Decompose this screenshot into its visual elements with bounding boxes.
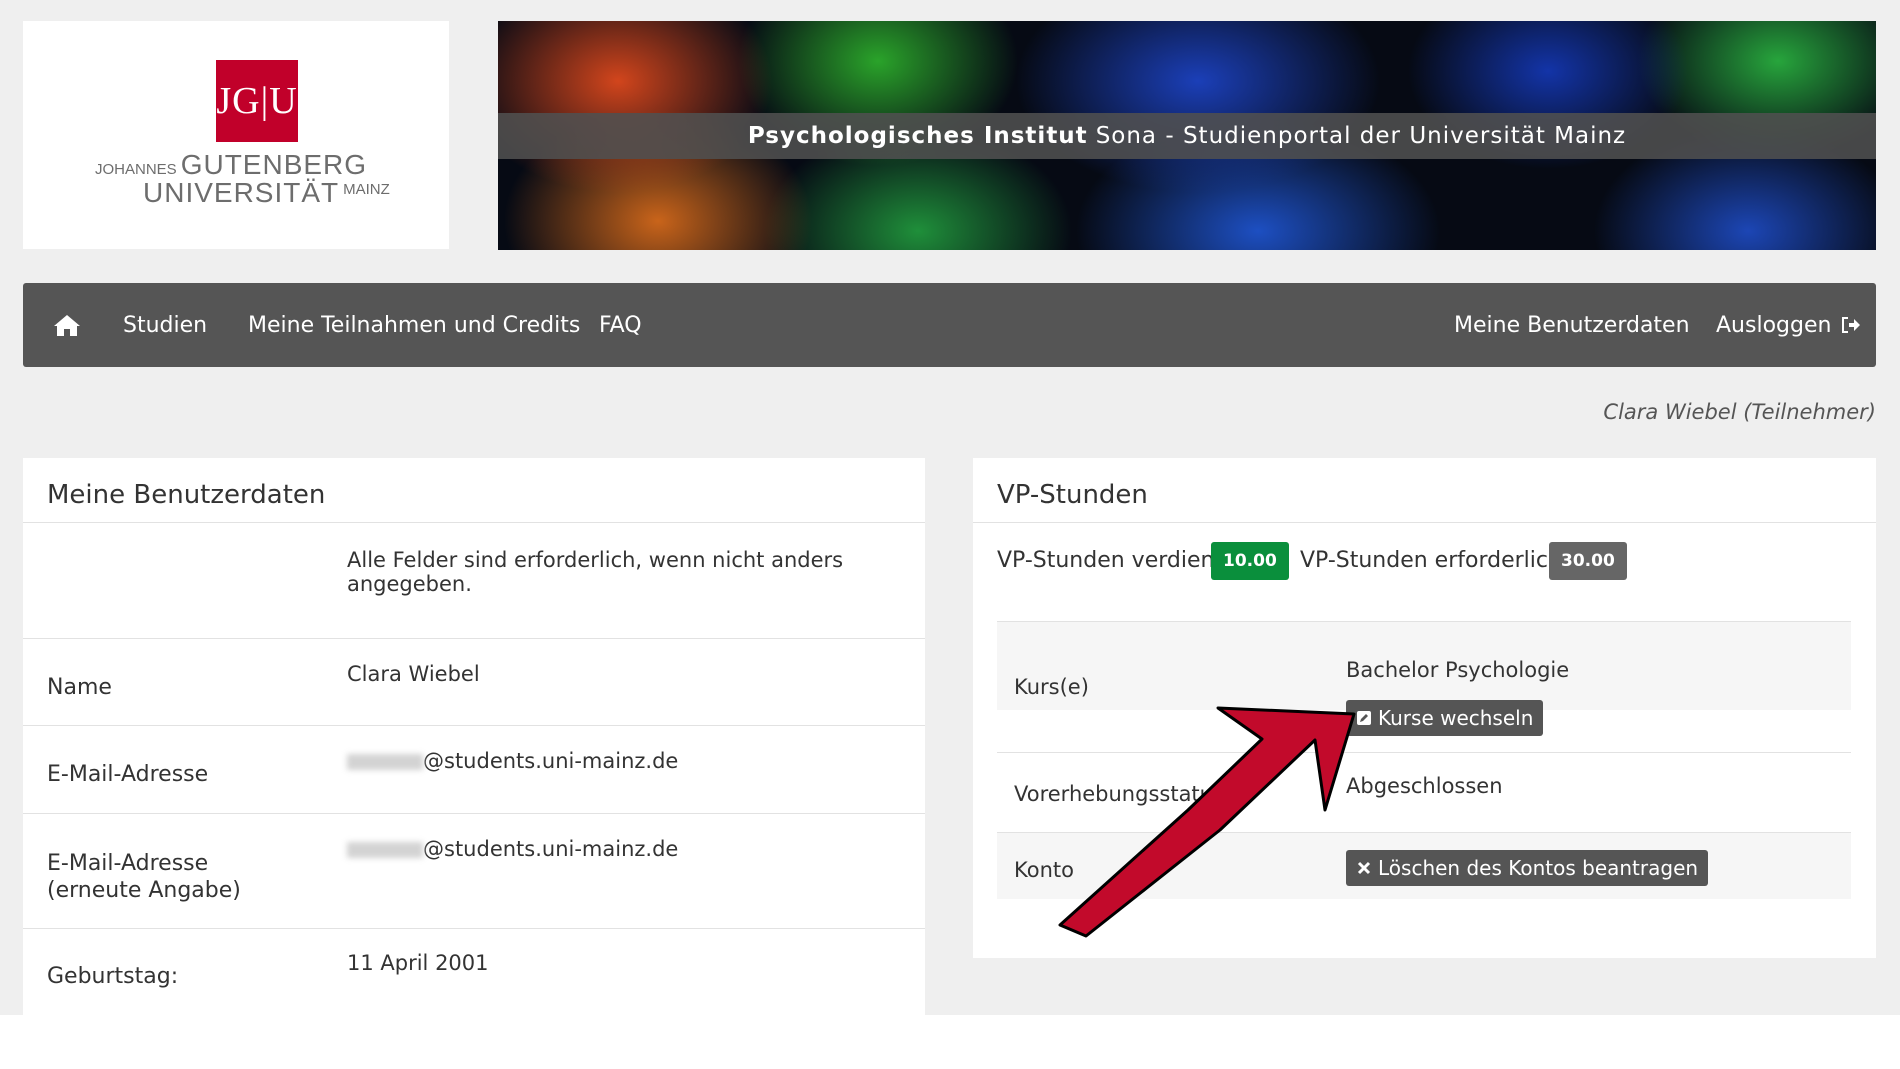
- email-label: E-Mail-Adresse: [47, 762, 209, 787]
- delete-account-label: Löschen des Kontos beantragen: [1378, 856, 1699, 880]
- earned-label: VP-Stunden verdient:: [997, 548, 1231, 573]
- course-label: Kurs(e): [1014, 675, 1089, 699]
- sign-out-icon: [1841, 316, 1861, 334]
- divider: [23, 725, 925, 726]
- prescreen-value: Abgeschlossen: [1346, 774, 1503, 798]
- header-banner: Psychologisches Institut Sona - Studienp…: [498, 21, 1876, 250]
- divider: [23, 638, 925, 639]
- email-confirm-value: @students.uni-mainz.de: [347, 837, 678, 861]
- earned-badge: 10.00: [1211, 542, 1289, 580]
- profile-panel-title: Meine Benutzerdaten: [47, 480, 326, 510]
- change-course-button[interactable]: Kurse wechseln: [1346, 700, 1544, 736]
- home-icon[interactable]: [50, 283, 84, 367]
- email-value: @students.uni-mainz.de: [347, 749, 678, 773]
- logo-line1: GUTENBERG: [180, 149, 368, 180]
- required-badge: 30.00: [1549, 542, 1627, 580]
- university-logo[interactable]: JG|U JOHANNES GUTENBERG UNIVERSITÄT MAINZ: [23, 21, 449, 249]
- profile-panel: Meine Benutzerdaten Alle Felder sind erf…: [23, 458, 925, 1015]
- divider: [23, 928, 925, 929]
- divider: [23, 522, 925, 523]
- jgu-logo-text: JOHANNES GUTENBERG UNIVERSITÄT MAINZ: [95, 151, 395, 207]
- banner-title: Psychologisches Institut Sona - Studienp…: [498, 113, 1876, 159]
- nav-item-teilnahmen[interactable]: Meine Teilnahmen und Credits: [248, 283, 580, 367]
- divider: [997, 752, 1851, 753]
- name-value: Clara Wiebel: [347, 662, 480, 686]
- divider: [23, 813, 925, 814]
- birthday-label: Geburtstag:: [47, 964, 179, 989]
- nav-item-ausloggen[interactable]: Ausloggen: [1716, 283, 1861, 367]
- prescreen-label: Vorerhebungsstatus: [1014, 782, 1224, 806]
- nav-item-benutzerdaten[interactable]: Meine Benutzerdaten: [1454, 283, 1690, 367]
- birthday-value: 11 April 2001: [347, 951, 489, 975]
- ausloggen-label: Ausloggen: [1716, 312, 1832, 338]
- delete-account-button[interactable]: Löschen des Kontos beantragen: [1346, 850, 1709, 886]
- banner-title-rest: Sona - Studienportal der Universität Mai…: [1095, 123, 1627, 149]
- times-icon: [1356, 860, 1372, 876]
- edit-icon: [1356, 710, 1372, 726]
- email-domain: @students.uni-mainz.de: [423, 749, 679, 773]
- jgu-logo-mark: JG|U: [216, 60, 298, 142]
- email-confirm-label: E-Mail-Adresse (erneute Angabe): [47, 851, 241, 903]
- redacted-text: [347, 842, 423, 858]
- logo-line2-small: MAINZ: [343, 181, 390, 198]
- divider: [973, 522, 1876, 523]
- main-navbar: Studien Meine Teilnahmen und Credits FAQ…: [23, 283, 1876, 367]
- banner-title-bold: Psychologisches Institut: [747, 123, 1088, 149]
- nav-item-studien[interactable]: Studien: [123, 283, 207, 367]
- nav-item-faq[interactable]: FAQ: [599, 283, 642, 367]
- credits-panel: VP-Stunden VP-Stunden verdient: 10.00 VP…: [973, 458, 1876, 958]
- credits-panel-title: VP-Stunden: [997, 480, 1148, 510]
- name-label: Name: [47, 675, 112, 700]
- required-fields-note: Alle Felder sind erforderlich, wenn nich…: [347, 548, 844, 596]
- account-label: Konto: [1014, 858, 1074, 882]
- required-label: VP-Stunden erforderlich:: [1300, 548, 1570, 573]
- logo-line1-small: JOHANNES: [95, 161, 177, 178]
- logged-in-user: Clara Wiebel (Teilnehmer): [1603, 400, 1876, 424]
- logo-line2: UNIVERSITÄT: [143, 177, 340, 208]
- redacted-text: [347, 754, 423, 770]
- change-course-label: Kurse wechseln: [1378, 706, 1534, 730]
- email-confirm-domain: @students.uni-mainz.de: [423, 837, 679, 861]
- course-value: Bachelor Psychologie: [1346, 658, 1570, 682]
